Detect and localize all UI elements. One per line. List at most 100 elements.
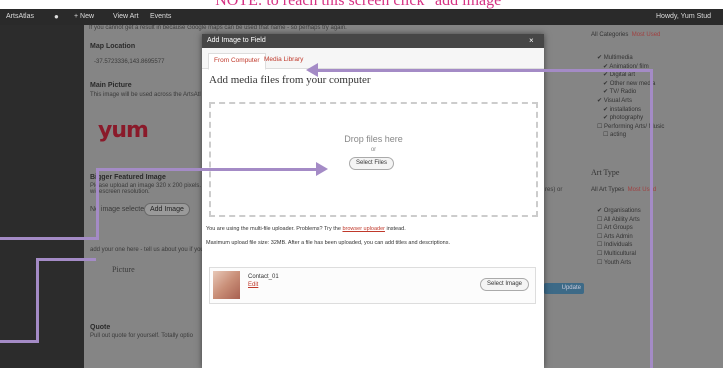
map-location-title: Map Location: [90, 43, 136, 50]
add-image-button[interactable]: Add Image: [144, 203, 190, 216]
checkbox-icon[interactable]: ☐: [597, 234, 604, 240]
blurb-text: add your one here - tell us about you if…: [90, 247, 204, 253]
main-picture-desc: This image will be used across the ArtsA…: [90, 92, 201, 98]
add-image-modal: Add Image to Field × From Computer Media…: [202, 34, 544, 368]
new-menu[interactable]: + New: [74, 9, 94, 25]
checkbox-icon[interactable]: ☐: [603, 132, 610, 138]
category-item[interactable]: ✔ installations: [603, 106, 641, 113]
category-item[interactable]: ✔ Multimedia: [597, 54, 633, 61]
bigger-image-title: Bigger Featured Image: [90, 174, 166, 181]
site-name-link[interactable]: ArtsAtlas: [6, 9, 34, 25]
arrow-line-left-c: [96, 168, 320, 171]
arrow-line-right-vertical: [650, 69, 653, 368]
all-art-types-tab[interactable]: All Art Types: [591, 187, 624, 193]
max-size-note: Maximum upload file size: 32MB. After a …: [206, 240, 450, 246]
category-label: Performing Arts/ Music: [604, 123, 665, 130]
art-type-item[interactable]: ☐ Arts Admin: [597, 233, 633, 240]
arrow-line-bottom-b: [36, 260, 39, 343]
checkmark-icon[interactable]: ✔: [603, 107, 610, 113]
art-type-label: Individuals: [604, 242, 633, 249]
update-button[interactable]: Update: [544, 283, 584, 294]
picture-label: Picture: [112, 265, 135, 274]
art-type-label: Arts Admin: [603, 233, 633, 240]
view-art-link[interactable]: View Art: [113, 9, 139, 25]
new-label: New: [80, 13, 95, 20]
arrow-line-bottom-c: [36, 258, 96, 261]
arrow-line-left-b: [96, 169, 99, 240]
checkmark-icon[interactable]: ✔: [597, 98, 604, 104]
modal-tabs: From Computer Media Library: [202, 48, 544, 70]
arrow-line-left-a: [0, 237, 98, 240]
checkmark-icon[interactable]: ✔: [603, 81, 610, 87]
checkbox-icon[interactable]: ☐: [597, 124, 604, 130]
select-files-button[interactable]: Select Files: [349, 157, 395, 170]
category-item[interactable]: ✔ Digital art: [603, 71, 635, 78]
yum-logo: yum: [98, 118, 149, 143]
category-label: Digital art: [609, 72, 636, 79]
events-link[interactable]: Events: [150, 9, 171, 25]
annotation-note: NOTE: to reach this screen click "add im…: [0, 0, 723, 9]
right-meta-panel: All Categories Most Used ✔ Multimedia ✔ A…: [585, 25, 723, 368]
or-text: or: [370, 147, 377, 153]
checkbox-icon[interactable]: ☐: [597, 225, 604, 231]
checkbox-icon[interactable]: ☐: [597, 260, 604, 266]
category-item[interactable]: ☐ Performing Arts/ Music: [597, 123, 664, 130]
howdy-user-menu[interactable]: Howdy, Yum Stud: [656, 9, 711, 25]
art-type-item[interactable]: ☐ Art Groups: [597, 224, 633, 231]
uploader-note: You are using the multi-file uploader. P…: [206, 226, 406, 232]
checkmark-icon[interactable]: ✔: [603, 115, 610, 121]
tab-from-computer[interactable]: From Computer: [208, 53, 266, 70]
category-item[interactable]: ✔ Other new media: [603, 80, 655, 87]
modal-header: Add Image to Field ×: [202, 34, 544, 48]
arrow-head-top: [306, 63, 318, 77]
category-item[interactable]: ✔ TV/ Radio: [603, 88, 636, 95]
art-type-item[interactable]: ☐ Youth Arts: [597, 259, 631, 266]
category-item[interactable]: ✔ photography: [603, 114, 643, 121]
comments-icon[interactable]: ●: [54, 9, 59, 25]
resolution-note: res) or: [545, 187, 563, 193]
close-icon[interactable]: ×: [529, 34, 534, 48]
art-type-item[interactable]: ✔ Organisations: [597, 207, 641, 214]
arrow-head-select: [316, 162, 328, 176]
uploader-note-post: instead.: [386, 226, 406, 232]
category-label: Visual Arts: [603, 98, 632, 104]
checkbox-icon[interactable]: ☐: [597, 242, 604, 248]
edit-link[interactable]: Edit: [248, 282, 258, 288]
modal-title: Add Image to Field: [207, 37, 266, 44]
category-item[interactable]: ✔ Visual Arts: [597, 97, 632, 104]
category-label: installations: [609, 106, 642, 113]
category-label: acting: [610, 132, 627, 139]
tab-media-library[interactable]: Media Library: [259, 53, 308, 68]
update-button-label: Update: [561, 285, 581, 291]
admin-bar: ArtsAtlas ● + New View Art Events Howdy,…: [0, 9, 723, 25]
checkmark-icon[interactable]: ✔: [597, 55, 604, 61]
file-thumbnail: [213, 271, 240, 299]
art-type-title: Art Type: [591, 168, 620, 177]
art-type-label: Art Groups: [603, 225, 633, 232]
admin-sidebar: [0, 25, 84, 368]
map-location-value[interactable]: -37.5723336,143.8695577: [94, 59, 164, 65]
category-item[interactable]: ☐ acting: [603, 131, 626, 138]
arrow-line-bottom-a: [0, 340, 38, 343]
art-type-label: All Ability Arts: [603, 216, 640, 223]
select-image-button[interactable]: Select Image: [480, 278, 530, 291]
checkmark-icon[interactable]: ✔: [603, 89, 610, 95]
main-picture-title: Main Picture: [90, 82, 132, 89]
drop-zone[interactable]: Drop files here or Select Files: [209, 102, 538, 217]
art-type-item[interactable]: ☐ Multicultural: [597, 250, 636, 257]
most-used-tab[interactable]: Most Used: [632, 32, 661, 38]
intro-text: If you cannot get a result in because Go…: [89, 25, 347, 31]
art-type-item[interactable]: ☐ All Ability Arts: [597, 216, 640, 223]
file-name: Contact_01: [248, 274, 279, 280]
checkbox-icon[interactable]: ☐: [597, 251, 604, 257]
checkbox-icon[interactable]: ☐: [597, 217, 604, 223]
checkmark-icon[interactable]: ✔: [603, 72, 610, 78]
art-type-label: Multicultural: [604, 251, 637, 257]
all-categories-tab[interactable]: All Categories: [591, 32, 628, 38]
browser-uploader-link[interactable]: browser uploader: [342, 226, 385, 232]
annotation-text: NOTE: to reach this screen click "add im…: [215, 0, 508, 9]
category-label: photography: [609, 115, 644, 122]
art-type-item[interactable]: ☐ Individuals: [597, 241, 632, 248]
checkmark-icon[interactable]: ✔: [597, 208, 604, 214]
category-label: Other new media: [609, 80, 656, 87]
